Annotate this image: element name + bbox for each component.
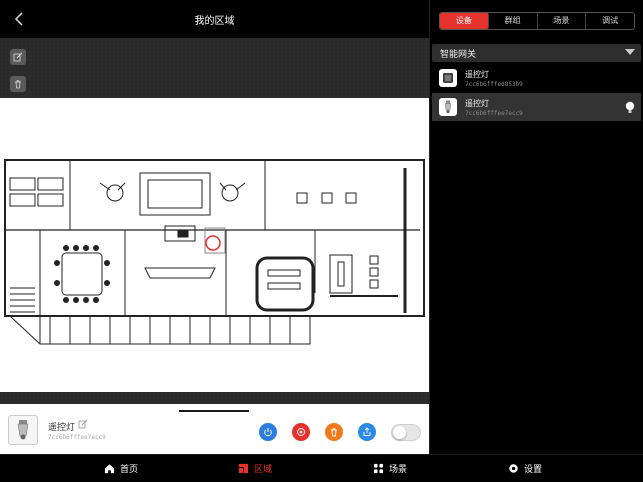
- lightbulb-icon[interactable]: [625, 101, 635, 115]
- nav-area[interactable]: 区域: [238, 462, 272, 475]
- nav-settings[interactable]: 设置: [508, 462, 542, 475]
- trash-icon: [331, 428, 337, 437]
- device-icon: [439, 69, 457, 87]
- floor-plan-drawing: [4, 159, 425, 345]
- tab-scenes[interactable]: 场景: [538, 13, 587, 29]
- power-icon: [264, 428, 272, 437]
- tool-strip: [0, 38, 429, 98]
- device-list-name: 遥控灯: [465, 70, 489, 79]
- device-toggle-switch[interactable]: [391, 424, 421, 441]
- nav-area-label: 区域: [254, 465, 273, 475]
- device-list-item-selected[interactable]: 遥控灯 7cc6b6fffee7ecc9: [432, 93, 641, 121]
- trash-icon: [15, 80, 21, 89]
- delete-device-button[interactable]: [325, 423, 343, 441]
- bottom-nav: 首页 区域 场景 设置: [0, 454, 643, 482]
- panel-light-icon: [443, 73, 453, 83]
- nav-scene[interactable]: 场景: [373, 462, 407, 475]
- share-icon: [363, 427, 371, 436]
- area-icon: [238, 463, 249, 474]
- toggle-knob: [393, 426, 406, 439]
- gateway-dropdown[interactable]: 智能网关: [432, 44, 641, 62]
- device-id: 7cc6b6fffee7ecc9: [48, 434, 106, 441]
- device-list-name: 遥控灯: [465, 99, 489, 108]
- canvas-footer-strip: [0, 392, 429, 404]
- locate-button[interactable]: [292, 423, 310, 441]
- nav-home-label: 首页: [120, 465, 139, 475]
- device-name: 遥控灯: [48, 423, 76, 433]
- floor-plan-canvas[interactable]: [0, 98, 429, 392]
- nav-home[interactable]: 首页: [104, 462, 138, 475]
- device-thumbnail: [8, 415, 38, 445]
- gateway-label: 智能网关: [440, 50, 477, 60]
- device-panel: 设备 群组 场景 调试 智能网关 遥控灯 7cc6b6fffed853b9 遥控…: [429, 0, 643, 454]
- rename-edit-icon[interactable]: [78, 419, 88, 429]
- target-icon: [297, 428, 305, 436]
- nav-settings-label: 设置: [524, 465, 543, 475]
- share-button[interactable]: [358, 423, 376, 441]
- edit-map-button[interactable]: [10, 49, 26, 65]
- panel-tabs: 设备 群组 场景 调试: [439, 12, 635, 30]
- tab-devices[interactable]: 设备: [440, 13, 489, 29]
- delete-map-button[interactable]: [10, 76, 26, 92]
- drag-handle[interactable]: [179, 410, 249, 412]
- device-list-id: 7cc6b6fffee7ecc9: [465, 110, 523, 117]
- main-area: 我的区域 遥控灯 7cc6b6fffee7ecc9: [0, 0, 429, 454]
- spotlight-icon: [444, 100, 452, 114]
- top-bar: 我的区域: [0, 0, 429, 38]
- nav-scene-label: 场景: [389, 465, 408, 475]
- caret-down-icon: [625, 49, 635, 55]
- device-list-item[interactable]: 遥控灯 7cc6b6fffed853b9: [432, 64, 641, 92]
- spotlight-icon: [17, 420, 29, 440]
- page-title: 我的区域: [194, 16, 235, 27]
- device-list-id: 7cc6b6fffed853b9: [465, 81, 523, 88]
- home-icon: [104, 464, 115, 474]
- edit-icon: [13, 52, 23, 62]
- scene-icon: [373, 463, 384, 474]
- device-icon: [439, 98, 457, 116]
- gear-icon: [509, 464, 518, 473]
- tab-groups[interactable]: 群组: [489, 13, 538, 29]
- tab-debug[interactable]: 调试: [586, 13, 634, 29]
- power-button[interactable]: [259, 423, 277, 441]
